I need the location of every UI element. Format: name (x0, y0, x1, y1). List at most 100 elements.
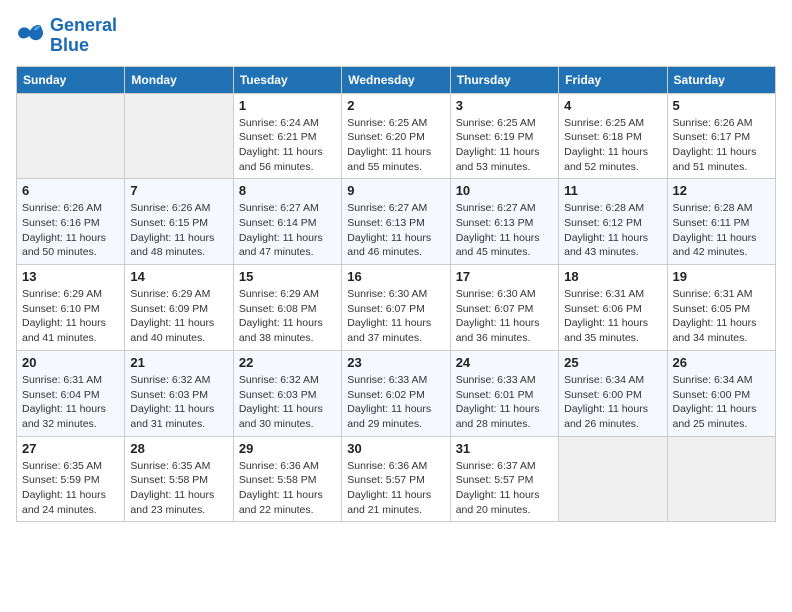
calendar-cell: 22 Sunrise: 6:32 AM Sunset: 6:03 PM Dayl… (233, 350, 341, 436)
calendar-cell: 4 Sunrise: 6:25 AM Sunset: 6:18 PM Dayli… (559, 93, 667, 179)
weekday-header-sunday: Sunday (17, 66, 125, 93)
day-number: 20 (22, 355, 119, 370)
day-number: 24 (456, 355, 553, 370)
day-number: 4 (564, 98, 661, 113)
day-number: 11 (564, 183, 661, 198)
day-info: Sunrise: 6:31 AM Sunset: 6:06 PM Dayligh… (564, 287, 661, 346)
calendar-cell: 29 Sunrise: 6:36 AM Sunset: 5:58 PM Dayl… (233, 436, 341, 522)
weekday-header-tuesday: Tuesday (233, 66, 341, 93)
calendar-cell: 3 Sunrise: 6:25 AM Sunset: 6:19 PM Dayli… (450, 93, 558, 179)
day-number: 12 (673, 183, 770, 198)
day-number: 2 (347, 98, 444, 113)
calendar-cell (17, 93, 125, 179)
calendar-cell: 31 Sunrise: 6:37 AM Sunset: 5:57 PM Dayl… (450, 436, 558, 522)
day-info: Sunrise: 6:24 AM Sunset: 6:21 PM Dayligh… (239, 116, 336, 175)
day-info: Sunrise: 6:33 AM Sunset: 6:01 PM Dayligh… (456, 373, 553, 432)
day-number: 30 (347, 441, 444, 456)
day-info: Sunrise: 6:36 AM Sunset: 5:57 PM Dayligh… (347, 459, 444, 518)
calendar-cell: 30 Sunrise: 6:36 AM Sunset: 5:57 PM Dayl… (342, 436, 450, 522)
calendar-cell: 5 Sunrise: 6:26 AM Sunset: 6:17 PM Dayli… (667, 93, 775, 179)
day-number: 15 (239, 269, 336, 284)
calendar-cell: 6 Sunrise: 6:26 AM Sunset: 6:16 PM Dayli… (17, 179, 125, 265)
page-header: General Blue (16, 16, 776, 56)
day-number: 25 (564, 355, 661, 370)
calendar-cell: 9 Sunrise: 6:27 AM Sunset: 6:13 PM Dayli… (342, 179, 450, 265)
week-row-2: 6 Sunrise: 6:26 AM Sunset: 6:16 PM Dayli… (17, 179, 776, 265)
calendar-cell (559, 436, 667, 522)
day-number: 27 (22, 441, 119, 456)
calendar-cell: 2 Sunrise: 6:25 AM Sunset: 6:20 PM Dayli… (342, 93, 450, 179)
day-info: Sunrise: 6:28 AM Sunset: 6:12 PM Dayligh… (564, 201, 661, 260)
logo: General Blue (16, 16, 117, 56)
day-number: 28 (130, 441, 227, 456)
day-number: 29 (239, 441, 336, 456)
calendar-cell: 18 Sunrise: 6:31 AM Sunset: 6:06 PM Dayl… (559, 265, 667, 351)
day-info: Sunrise: 6:30 AM Sunset: 6:07 PM Dayligh… (347, 287, 444, 346)
calendar-cell: 26 Sunrise: 6:34 AM Sunset: 6:00 PM Dayl… (667, 350, 775, 436)
weekday-header-saturday: Saturday (667, 66, 775, 93)
day-info: Sunrise: 6:31 AM Sunset: 6:05 PM Dayligh… (673, 287, 770, 346)
calendar-cell: 28 Sunrise: 6:35 AM Sunset: 5:58 PM Dayl… (125, 436, 233, 522)
week-row-1: 1 Sunrise: 6:24 AM Sunset: 6:21 PM Dayli… (17, 93, 776, 179)
weekday-header-row: SundayMondayTuesdayWednesdayThursdayFrid… (17, 66, 776, 93)
calendar-cell: 20 Sunrise: 6:31 AM Sunset: 6:04 PM Dayl… (17, 350, 125, 436)
day-info: Sunrise: 6:27 AM Sunset: 6:13 PM Dayligh… (456, 201, 553, 260)
day-number: 22 (239, 355, 336, 370)
calendar-table: SundayMondayTuesdayWednesdayThursdayFrid… (16, 66, 776, 523)
day-info: Sunrise: 6:35 AM Sunset: 5:59 PM Dayligh… (22, 459, 119, 518)
day-info: Sunrise: 6:29 AM Sunset: 6:08 PM Dayligh… (239, 287, 336, 346)
day-number: 14 (130, 269, 227, 284)
day-info: Sunrise: 6:25 AM Sunset: 6:19 PM Dayligh… (456, 116, 553, 175)
day-number: 26 (673, 355, 770, 370)
day-number: 1 (239, 98, 336, 113)
day-info: Sunrise: 6:29 AM Sunset: 6:09 PM Dayligh… (130, 287, 227, 346)
day-number: 19 (673, 269, 770, 284)
day-info: Sunrise: 6:35 AM Sunset: 5:58 PM Dayligh… (130, 459, 227, 518)
day-info: Sunrise: 6:25 AM Sunset: 6:20 PM Dayligh… (347, 116, 444, 175)
day-info: Sunrise: 6:27 AM Sunset: 6:14 PM Dayligh… (239, 201, 336, 260)
day-number: 17 (456, 269, 553, 284)
calendar-cell: 15 Sunrise: 6:29 AM Sunset: 6:08 PM Dayl… (233, 265, 341, 351)
calendar-cell: 25 Sunrise: 6:34 AM Sunset: 6:00 PM Dayl… (559, 350, 667, 436)
calendar-cell: 21 Sunrise: 6:32 AM Sunset: 6:03 PM Dayl… (125, 350, 233, 436)
calendar-cell: 11 Sunrise: 6:28 AM Sunset: 6:12 PM Dayl… (559, 179, 667, 265)
day-number: 10 (456, 183, 553, 198)
day-info: Sunrise: 6:31 AM Sunset: 6:04 PM Dayligh… (22, 373, 119, 432)
day-number: 9 (347, 183, 444, 198)
logo-bird-icon (16, 22, 46, 50)
day-number: 8 (239, 183, 336, 198)
calendar-cell: 19 Sunrise: 6:31 AM Sunset: 6:05 PM Dayl… (667, 265, 775, 351)
calendar-cell: 16 Sunrise: 6:30 AM Sunset: 6:07 PM Dayl… (342, 265, 450, 351)
logo-text: General (50, 16, 117, 36)
day-info: Sunrise: 6:26 AM Sunset: 6:17 PM Dayligh… (673, 116, 770, 175)
weekday-header-thursday: Thursday (450, 66, 558, 93)
day-number: 6 (22, 183, 119, 198)
day-number: 18 (564, 269, 661, 284)
day-info: Sunrise: 6:34 AM Sunset: 6:00 PM Dayligh… (673, 373, 770, 432)
calendar-cell (667, 436, 775, 522)
day-number: 23 (347, 355, 444, 370)
week-row-5: 27 Sunrise: 6:35 AM Sunset: 5:59 PM Dayl… (17, 436, 776, 522)
calendar-cell: 27 Sunrise: 6:35 AM Sunset: 5:59 PM Dayl… (17, 436, 125, 522)
weekday-header-friday: Friday (559, 66, 667, 93)
day-info: Sunrise: 6:26 AM Sunset: 6:15 PM Dayligh… (130, 201, 227, 260)
weekday-header-wednesday: Wednesday (342, 66, 450, 93)
day-number: 3 (456, 98, 553, 113)
day-info: Sunrise: 6:33 AM Sunset: 6:02 PM Dayligh… (347, 373, 444, 432)
calendar-cell: 12 Sunrise: 6:28 AM Sunset: 6:11 PM Dayl… (667, 179, 775, 265)
calendar-cell: 1 Sunrise: 6:24 AM Sunset: 6:21 PM Dayli… (233, 93, 341, 179)
calendar-cell: 17 Sunrise: 6:30 AM Sunset: 6:07 PM Dayl… (450, 265, 558, 351)
day-number: 31 (456, 441, 553, 456)
day-info: Sunrise: 6:34 AM Sunset: 6:00 PM Dayligh… (564, 373, 661, 432)
calendar-cell (125, 93, 233, 179)
day-info: Sunrise: 6:29 AM Sunset: 6:10 PM Dayligh… (22, 287, 119, 346)
calendar-cell: 10 Sunrise: 6:27 AM Sunset: 6:13 PM Dayl… (450, 179, 558, 265)
calendar-cell: 24 Sunrise: 6:33 AM Sunset: 6:01 PM Dayl… (450, 350, 558, 436)
day-number: 5 (673, 98, 770, 113)
day-info: Sunrise: 6:30 AM Sunset: 6:07 PM Dayligh… (456, 287, 553, 346)
weekday-header-monday: Monday (125, 66, 233, 93)
day-info: Sunrise: 6:27 AM Sunset: 6:13 PM Dayligh… (347, 201, 444, 260)
day-info: Sunrise: 6:32 AM Sunset: 6:03 PM Dayligh… (130, 373, 227, 432)
day-number: 13 (22, 269, 119, 284)
week-row-3: 13 Sunrise: 6:29 AM Sunset: 6:10 PM Dayl… (17, 265, 776, 351)
